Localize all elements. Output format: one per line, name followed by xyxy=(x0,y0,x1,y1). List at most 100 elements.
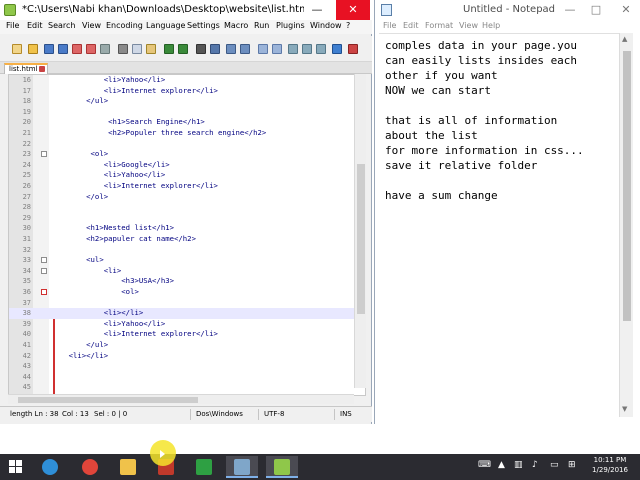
code-line[interactable]: 28 xyxy=(9,202,355,213)
code-line[interactable]: 26 <li>Internet explorer</li> xyxy=(9,181,355,192)
redo-icon[interactable] xyxy=(178,44,188,54)
code-line[interactable]: 17 <li>Internet explorer</li> xyxy=(9,86,355,97)
open-file-icon[interactable] xyxy=(28,44,38,54)
network-icon[interactable]: ▥ xyxy=(514,460,523,470)
clock-date[interactable]: 1/29/2016 xyxy=(590,466,630,474)
code-line[interactable]: 40 <li>Internet explorer</li> xyxy=(9,329,355,340)
code-line[interactable]: 27 </ol> xyxy=(9,192,355,203)
find-icon[interactable] xyxy=(196,44,206,54)
code-line[interactable]: 19 xyxy=(9,107,355,118)
new-file-icon[interactable] xyxy=(12,44,22,54)
code-line[interactable]: 37 xyxy=(9,298,355,309)
npp-vertical-scroll-thumb[interactable] xyxy=(357,164,365,314)
npp-minimize-button[interactable]: — xyxy=(306,0,328,20)
zoom-in-icon[interactable] xyxy=(226,44,236,54)
notepad-menu-view[interactable]: View xyxy=(459,21,478,30)
code-line[interactable]: 30 <h1>Nested list</h1> xyxy=(9,223,355,234)
code-line[interactable]: 24 <li>Google</li> xyxy=(9,160,355,171)
code-line[interactable]: 29 xyxy=(9,213,355,224)
npp-menu-settings[interactable]: Settings xyxy=(187,21,220,30)
scroll-down-arrow-icon[interactable]: ▼ xyxy=(622,405,627,413)
code-line[interactable]: 33 <ul> xyxy=(9,255,355,266)
save-icon[interactable] xyxy=(44,44,54,54)
code-editor[interactable]: 16 <li>Yahoo</li> 17 <li>Internet explore… xyxy=(8,74,366,396)
code-line[interactable]: 31 <h2>papuler cat name</h2> xyxy=(9,234,355,245)
code-line[interactable]: 21 <h2>Populer three search engine</h2> xyxy=(9,128,355,139)
tab-close-icon[interactable] xyxy=(39,66,45,72)
npp-menu-window[interactable]: Window xyxy=(310,21,342,30)
paste-icon[interactable] xyxy=(146,44,156,54)
notepad-vertical-scrollbar[interactable]: ▲ ▼ xyxy=(619,33,633,417)
show-all-chars-icon[interactable] xyxy=(302,44,312,54)
fold-toggle-icon[interactable] xyxy=(41,289,47,295)
code-line[interactable]: 42 <li></li> xyxy=(9,351,355,362)
indent-guide-icon[interactable] xyxy=(316,44,326,54)
start-button[interactable] xyxy=(0,456,32,478)
code-line[interactable]: 36 <ol> xyxy=(9,287,355,298)
code-line[interactable]: 22 xyxy=(9,139,355,150)
doc-map-icon[interactable] xyxy=(332,44,342,54)
word-wrap-icon[interactable] xyxy=(288,44,298,54)
code-line[interactable]: 18 </ul> xyxy=(9,96,355,107)
scroll-up-arrow-icon[interactable]: ▲ xyxy=(622,35,627,43)
fold-toggle-icon[interactable] xyxy=(41,151,47,158)
close-file-icon[interactable] xyxy=(72,44,82,54)
notepad-menu-format[interactable]: Format xyxy=(425,21,453,30)
notepad-maximize-button[interactable]: □ xyxy=(585,0,607,20)
code-line[interactable]: 45 xyxy=(9,382,355,393)
code-line[interactable]: 32 xyxy=(9,245,355,256)
code-line[interactable]: 16 <li>Yahoo</li> xyxy=(9,75,355,86)
code-line[interactable]: 39 <li>Yahoo</li> xyxy=(9,319,355,330)
npp-close-button[interactable]: ✕ xyxy=(336,0,370,20)
npp-menu-encoding[interactable]: Encoding xyxy=(106,21,143,30)
npp-menu-edit[interactable]: Edit xyxy=(27,21,43,30)
notepadpp-taskbar-button[interactable] xyxy=(266,456,298,478)
clock-time[interactable]: 10:11 PM xyxy=(590,456,630,464)
notepad-minimize-button[interactable]: — xyxy=(559,0,581,20)
notepad-menu-help[interactable]: Help xyxy=(482,21,500,30)
notepad-text-area[interactable]: comples data in your page.you can easily … xyxy=(379,33,619,417)
code-line[interactable]: 25 <li>Yahoo</li> xyxy=(9,170,355,181)
notepad-titlebar[interactable]: Untitled - Notepad — □ ✕ xyxy=(375,0,640,20)
sync-scroll-icon[interactable] xyxy=(258,44,268,54)
store-button[interactable] xyxy=(188,456,220,478)
code-line[interactable]: 43 xyxy=(9,361,355,372)
npp-menu-language[interactable]: Language xyxy=(146,21,185,30)
notepad-menu-file[interactable]: File xyxy=(383,21,396,30)
notepad-menu-edit[interactable]: Edit xyxy=(403,21,419,30)
npp-menu-plugins[interactable]: Plugins xyxy=(276,21,305,30)
fold-toggle-icon[interactable] xyxy=(41,257,47,264)
close-all-icon[interactable] xyxy=(86,44,96,54)
internet-explorer-button[interactable] xyxy=(34,456,66,478)
notepad-close-button[interactable]: ✕ xyxy=(611,0,640,20)
zoom-out-icon[interactable] xyxy=(240,44,250,54)
code-line[interactable]: 41 </ul> xyxy=(9,340,355,351)
notepad-vertical-scroll-thumb[interactable] xyxy=(623,51,631,321)
npp-menu-run[interactable]: Run xyxy=(254,21,269,30)
keyboard-icon[interactable]: ⌨ xyxy=(478,460,491,470)
sync-h-scroll-icon[interactable] xyxy=(272,44,282,54)
tab-list-html[interactable]: list.html xyxy=(4,63,48,74)
code-line[interactable]: 38 <li></li> xyxy=(9,308,355,319)
code-line[interactable]: 23 <ol> xyxy=(9,149,355,160)
action-center-icon[interactable]: ▭ xyxy=(550,460,559,470)
chevron-up-icon[interactable]: ▲ xyxy=(498,460,505,470)
code-line[interactable]: 44 xyxy=(9,372,355,383)
record-macro-icon[interactable] xyxy=(348,44,358,54)
npp-vertical-scrollbar[interactable] xyxy=(354,74,366,388)
save-all-icon[interactable] xyxy=(58,44,68,54)
npp-menu-macro[interactable]: Macro xyxy=(224,21,248,30)
npp-menu-search[interactable]: Search xyxy=(48,21,75,30)
npp-menu-file[interactable]: File xyxy=(6,21,19,30)
code-line[interactable]: 35 <h3>USA</h3> xyxy=(9,276,355,287)
npp-horizontal-scrollbar[interactable] xyxy=(8,394,354,404)
print-icon[interactable] xyxy=(100,44,110,54)
volume-icon[interactable]: ♪ xyxy=(532,460,538,470)
npp-horizontal-scroll-thumb[interactable] xyxy=(18,397,198,403)
notepad-taskbar-button[interactable] xyxy=(226,456,258,478)
code-line[interactable]: 20 <h1>Search Engine</h1> xyxy=(9,117,355,128)
replace-icon[interactable] xyxy=(210,44,220,54)
npp-menu-view[interactable]: View xyxy=(82,21,101,30)
copy-icon[interactable] xyxy=(132,44,142,54)
code-line[interactable]: 34 <li> xyxy=(9,266,355,277)
